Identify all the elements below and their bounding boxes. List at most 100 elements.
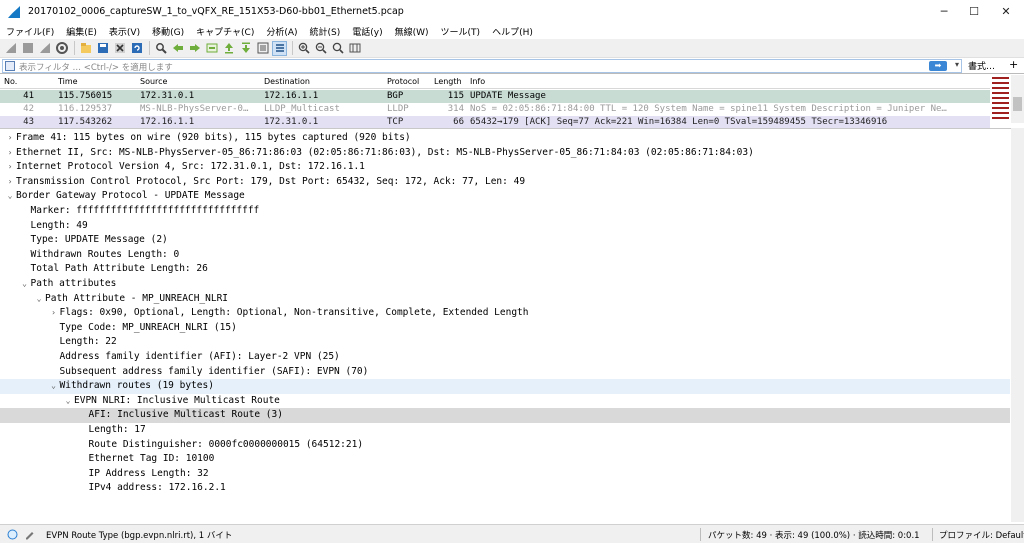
zoom-in-icon[interactable] (296, 41, 311, 56)
save-file-icon[interactable] (95, 41, 110, 56)
menu-edit[interactable]: 編集(E) (60, 25, 103, 38)
detail-tree-item[interactable]: Type: UPDATE Message (2) (0, 233, 1010, 248)
column-header-time[interactable]: Time (58, 77, 78, 86)
open-file-icon[interactable] (78, 41, 93, 56)
go-forward-icon[interactable] (187, 41, 202, 56)
detail-tree-item[interactable]: Length: 17 (0, 423, 1010, 438)
auto-scroll-icon[interactable] (255, 41, 270, 56)
menu-file[interactable]: ファイル(F) (0, 25, 60, 38)
detail-tree-item[interactable]: Marker: ffffffffffffffffffffffffffffffff (0, 204, 1010, 219)
go-to-packet-icon[interactable] (204, 41, 219, 56)
packet-cell-destination: 172.31.0.1 (264, 117, 319, 127)
detail-tree-item[interactable]: Total Path Attribute Length: 26 (0, 262, 1010, 277)
close-file-icon[interactable] (112, 41, 127, 56)
resize-columns-icon[interactable] (347, 41, 362, 56)
find-packet-icon[interactable] (153, 41, 168, 56)
detail-tree-item[interactable]: Route Distinguisher: 0000fc0000000015 (6… (0, 438, 1010, 453)
detail-tree-item[interactable]: › Frame 41: 115 bytes on wire (920 bits),… (0, 131, 1010, 146)
menu-help[interactable]: ヘルプ(H) (486, 25, 539, 38)
detail-tree-item[interactable]: ⌄ Path attributes (0, 277, 1010, 292)
expanded-arrow-icon[interactable]: ⌄ (62, 394, 74, 409)
detail-tree-item[interactable]: ⌄ Path Attribute - MP_UNREACH_NLRI (0, 292, 1010, 307)
packet-minimap[interactable] (991, 75, 1010, 123)
column-header-protocol[interactable]: Protocol (387, 77, 419, 86)
menu-go[interactable]: 移動(G) (146, 25, 190, 38)
detail-text: Ethernet Tag ID: 10100 (88, 453, 215, 465)
scrollbar-thumb[interactable] (1013, 97, 1022, 111)
detail-tree-item[interactable]: IPv4 address: 172.16.2.1 (0, 481, 1010, 496)
column-header-source[interactable]: Source (140, 77, 167, 86)
column-header-no[interactable]: No. (4, 77, 17, 86)
detail-tree-item[interactable]: ⌄ Border Gateway Protocol - UPDATE Messag… (0, 189, 1010, 204)
go-last-packet-icon[interactable] (238, 41, 253, 56)
expanded-arrow-icon[interactable]: ⌄ (19, 277, 31, 292)
apply-filter-icon[interactable]: ➡ (929, 61, 947, 71)
menu-wireless[interactable]: 無線(W) (389, 25, 435, 38)
stop-capture-icon[interactable] (20, 41, 35, 56)
packet-list-scrollbar[interactable] (1011, 75, 1024, 123)
detail-text: Type: UPDATE Message (2) (30, 234, 168, 246)
detail-tree-item[interactable]: AFI: Inclusive Multicast Route (3) (0, 408, 1010, 423)
zoom-reset-icon[interactable] (330, 41, 345, 56)
detail-tree-item[interactable]: Subsequent address family identifier (SA… (0, 365, 1010, 380)
capture-options-icon[interactable] (54, 41, 69, 56)
menu-view[interactable]: 表示(V) (103, 25, 146, 38)
zoom-out-icon[interactable] (313, 41, 328, 56)
detail-tree-item[interactable]: › Internet Protocol Version 4, Src: 172.3… (0, 160, 1010, 175)
reload-file-icon[interactable] (129, 41, 144, 56)
detail-tree-item[interactable]: Type Code: MP_UNREACH_NLRI (15) (0, 321, 1010, 336)
collapsed-arrow-icon[interactable]: › (4, 146, 16, 161)
detail-text: Subsequent address family identifier (SA… (59, 365, 369, 377)
detail-tree-item[interactable]: ⌄ EVPN NLRI: Inclusive Multicast Route (0, 394, 1010, 409)
packet-row[interactable]: 42 116.129537 MS-NLB-PhysServer-0… LLDP_Mul… (0, 103, 990, 116)
menu-analyze[interactable]: 分析(A) (260, 25, 303, 38)
close-button[interactable]: ✕ (986, 0, 1024, 23)
display-filter-bar: 表示フィルタ … <Ctrl-/> を適用します ➡ ▾ 書式… + (0, 58, 1024, 74)
packet-row[interactable]: 41 115.756015 172.31.0.1 172.16.1.1 BGP 115 UP… (0, 90, 990, 103)
collapsed-arrow-icon[interactable]: › (4, 131, 16, 146)
menu-capture[interactable]: キャプチャ(C) (190, 25, 260, 38)
packet-cell-protocol: LLDP (387, 104, 409, 114)
expression-button[interactable]: 書式… (968, 59, 995, 72)
shark-fin-start-icon[interactable] (3, 41, 18, 56)
edit-comment-icon[interactable] (24, 529, 35, 540)
expanded-arrow-icon[interactable]: ⌄ (4, 189, 16, 204)
profile-status[interactable]: プロファイル: Default (939, 529, 1024, 541)
detail-tree-item[interactable]: › Transmission Control Protocol, Src Port… (0, 175, 1010, 190)
menu-telephony[interactable]: 電話(y) (346, 25, 388, 38)
packet-cell-time: 117.543262 (58, 117, 113, 127)
display-filter-input[interactable]: 表示フィルタ … <Ctrl-/> を適用します ➡ ▾ (2, 59, 962, 73)
go-first-packet-icon[interactable] (221, 41, 236, 56)
collapsed-arrow-icon[interactable]: › (4, 160, 16, 175)
menu-statistics[interactable]: 統計(S) (304, 25, 347, 38)
expanded-arrow-icon[interactable]: ⌄ (33, 292, 45, 307)
detail-tree-item[interactable]: Withdrawn Routes Length: 0 (0, 248, 1010, 263)
column-header-length[interactable]: Length (434, 77, 462, 86)
restart-capture-icon[interactable] (37, 41, 52, 56)
detail-tree-item[interactable]: Address family identifier (AFI): Layer-2… (0, 350, 1010, 365)
detail-tree-item[interactable]: Length: 22 (0, 335, 1010, 350)
detail-tree-item[interactable]: Ethernet Tag ID: 10100 (0, 452, 1010, 467)
column-header-destination[interactable]: Destination (264, 77, 310, 86)
collapsed-arrow-icon[interactable]: › (48, 306, 60, 321)
expert-info-icon[interactable] (7, 529, 18, 540)
detail-text: IP Address Length: 32 (88, 467, 209, 479)
detail-tree-item[interactable]: IP Address Length: 32 (0, 467, 1010, 482)
expanded-arrow-icon[interactable]: ⌄ (48, 379, 60, 394)
collapsed-arrow-icon[interactable]: › (4, 175, 16, 190)
detail-tree-item[interactable]: › Ethernet II, Src: MS-NLB-PhysServer-05_… (0, 146, 1010, 161)
packet-cell-info: 65432→179 [ACK] Seq=77 Ack=221 Win=16384… (470, 117, 888, 127)
details-scrollbar[interactable] (1011, 128, 1024, 522)
status-divider (700, 528, 701, 541)
add-filter-button[interactable]: + (1009, 58, 1018, 71)
colorize-icon[interactable] (272, 40, 287, 56)
bookmark-icon[interactable] (5, 61, 15, 71)
detail-tree-item[interactable]: › Flags: 0x90, Optional, Length: Optional… (0, 306, 1010, 321)
column-header-info[interactable]: Info (470, 77, 485, 86)
menu-tools[interactable]: ツール(T) (435, 25, 487, 38)
detail-tree-item[interactable]: ⌄ Withdrawn routes (19 bytes) (0, 379, 1010, 394)
detail-tree-item[interactable]: Length: 49 (0, 219, 1010, 234)
status-bar: EVPN Route Type (bgp.evpn.nlri.rt), 1 バイ… (0, 524, 1024, 543)
go-back-icon[interactable] (170, 41, 185, 56)
filter-history-dropdown-icon[interactable]: ▾ (955, 60, 959, 69)
